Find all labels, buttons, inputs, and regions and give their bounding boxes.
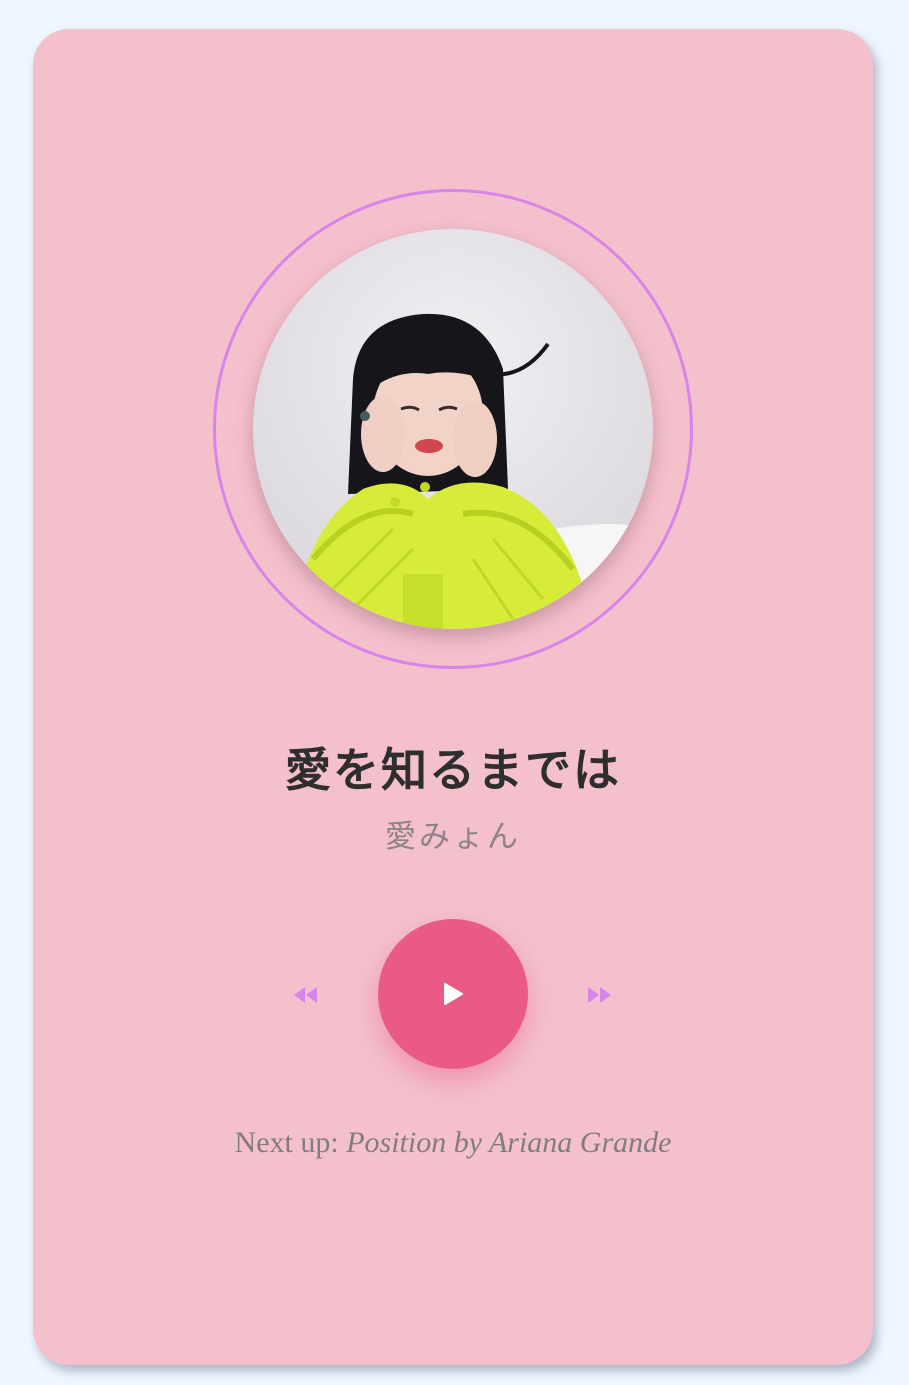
track-artist: 愛みょん: [385, 819, 521, 855]
player-card: 愛を知るまでは 愛みょん Next up: Position by Ariana…: [33, 29, 873, 1365]
next-up-song: Position by Ariana Grande: [346, 1126, 672, 1159]
fast-forward-icon: [588, 987, 611, 1003]
rewind-icon: [294, 987, 317, 1003]
album-art: [253, 229, 653, 629]
artist-portrait-image: [253, 229, 653, 629]
previous-track-button[interactable]: [288, 977, 324, 1013]
next-up-text: Next up: Position by Ariana Grande: [33, 1126, 873, 1160]
track-title: 愛を知るまでは: [285, 743, 621, 797]
play-icon: [444, 983, 463, 1005]
next-track-button[interactable]: [581, 977, 617, 1013]
play-button[interactable]: [378, 919, 528, 1069]
next-up-label: Next up:: [234, 1126, 339, 1159]
